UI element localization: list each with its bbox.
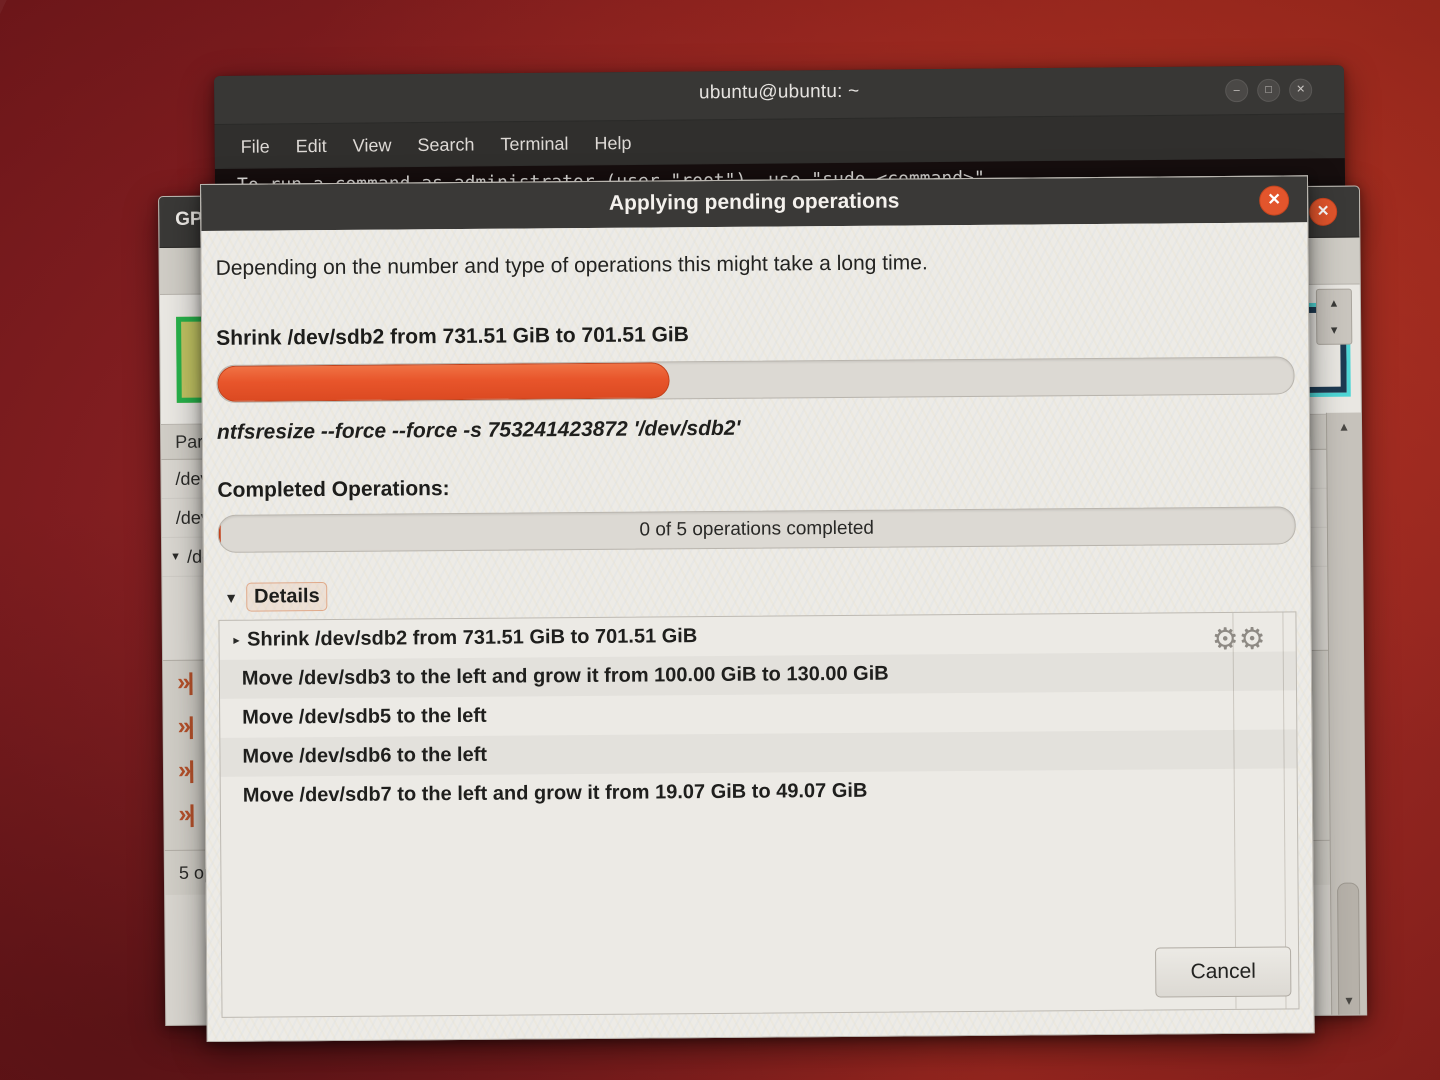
row-expander-icon[interactable]: ▼ xyxy=(170,551,181,563)
dialog-body: Depending on the number and type of oper… xyxy=(201,222,1314,1041)
details-panel[interactable]: ⚙⚙ ▸ Shrink /dev/sdb2 from 731.51 GiB to… xyxy=(218,611,1300,1018)
menu-item-file[interactable]: File xyxy=(241,136,270,157)
details-expander[interactable]: ▼ Details xyxy=(224,582,328,612)
terminal-title: ubuntu@ubuntu: ~ xyxy=(698,80,860,104)
progressbar-fill xyxy=(217,362,670,402)
cancel-button[interactable]: Cancel xyxy=(1155,946,1292,998)
dialog-title: Applying pending operations xyxy=(608,189,900,215)
spinner-up-icon[interactable]: ▲ xyxy=(1328,297,1339,309)
scroll-up-icon[interactable]: ▲ xyxy=(1327,413,1361,441)
vertical-scrollbar[interactable]: ▲ ▼ xyxy=(1325,412,1367,1026)
menu-item-search[interactable]: Search xyxy=(417,134,474,156)
move-right-icon[interactable]: »| xyxy=(178,801,192,829)
move-right-icon[interactable]: »| xyxy=(177,669,191,697)
detail-text: Move /dev/sdb3 to the left and grow it f… xyxy=(241,662,889,690)
details-expander-label[interactable]: Details xyxy=(245,582,328,612)
move-right-icon[interactable]: »| xyxy=(178,713,192,741)
detail-text: Move /dev/sdb6 to the left xyxy=(242,743,488,768)
close-icon[interactable]: ✕ xyxy=(1259,185,1290,216)
menu-item-help[interactable]: Help xyxy=(594,132,631,153)
row-expander-icon[interactable]: ▸ xyxy=(234,634,240,647)
menu-item-view[interactable]: View xyxy=(353,135,392,156)
maximize-icon[interactable]: □ xyxy=(1257,78,1281,102)
current-operation-progressbar xyxy=(216,356,1295,403)
minimize-icon[interactable]: – xyxy=(1225,79,1249,103)
move-right-icon[interactable]: »| xyxy=(178,757,192,785)
progressbar-text: 0 of 5 operations completed xyxy=(639,517,875,541)
detail-text: Move /dev/sdb7 to the left and grow it f… xyxy=(242,779,868,807)
applying-operations-dialog[interactable]: Applying pending operations ✕ Depending … xyxy=(200,175,1315,1042)
completed-operations-label: Completed Operations: xyxy=(217,477,450,502)
detail-text: Move /dev/sdb5 to the left xyxy=(242,704,487,729)
current-operation-label: Shrink /dev/sdb2 from 731.51 GiB to 701.… xyxy=(216,323,689,350)
detail-text: Shrink /dev/sdb2 from 731.51 GiB to 701.… xyxy=(247,625,698,651)
chevron-down-icon[interactable]: ▼ xyxy=(224,589,238,605)
dialog-footer: Cancel xyxy=(1155,946,1292,998)
close-icon[interactable]: ✕ xyxy=(1309,197,1338,226)
spinner-down-icon[interactable]: ▼ xyxy=(1329,324,1340,336)
device-spinner[interactable]: ▲ ▼ xyxy=(1315,288,1353,345)
menu-item-edit[interactable]: Edit xyxy=(296,135,327,156)
list-item[interactable]: Move /dev/sdb7 to the left and grow it f… xyxy=(221,768,1297,815)
dialog-intro-text: Depending on the number and type of oper… xyxy=(215,251,928,280)
current-command-text: ntfsresize --force --force -s 7532414238… xyxy=(216,416,741,444)
scroll-down-icon[interactable]: ▼ xyxy=(1332,986,1366,1014)
close-icon[interactable]: ✕ xyxy=(1289,78,1313,102)
menu-item-terminal[interactable]: Terminal xyxy=(500,133,568,155)
completed-operations-progressbar: 0 of 5 operations completed xyxy=(217,506,1296,553)
